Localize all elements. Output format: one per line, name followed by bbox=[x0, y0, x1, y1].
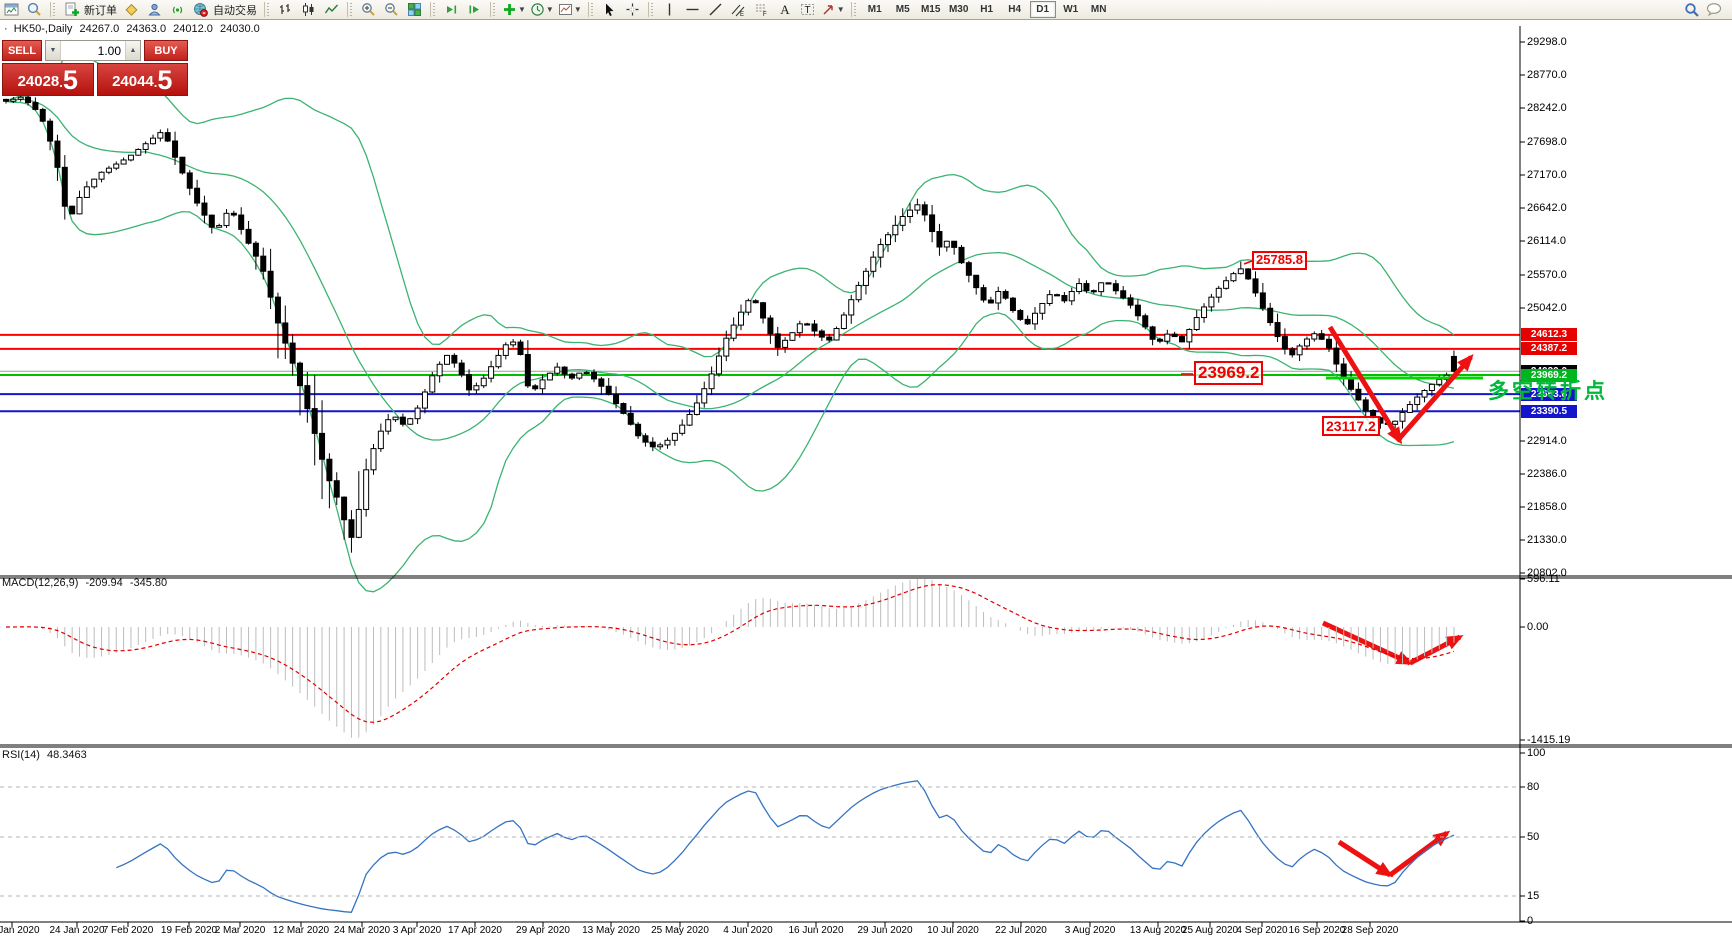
rsi-tick-label: 100 bbox=[1527, 747, 1545, 759]
date-label: 7 Feb 2020 bbox=[103, 925, 154, 936]
date-label: 16 Sep 2020 bbox=[1289, 925, 1346, 936]
ohlc-close: 24030.0 bbox=[220, 23, 260, 35]
price-tick-label: 28770.0 bbox=[1527, 69, 1567, 81]
price-callout-23117[interactable]: 23117.2 bbox=[1322, 416, 1380, 436]
buy-button[interactable]: BUY bbox=[144, 40, 188, 61]
chart-bullet-icon: · bbox=[4, 23, 8, 35]
price-tag-23390.5: 23390.5 bbox=[1521, 405, 1577, 418]
bollinger-bands bbox=[6, 51, 1454, 592]
sell-price-main: 24028 bbox=[18, 70, 60, 94]
pane-frame bbox=[0, 26, 1732, 927]
date-label: 29 Apr 2020 bbox=[516, 925, 570, 936]
price-tick-label: 25042.0 bbox=[1527, 302, 1567, 314]
date-label: 24 Jan 2020 bbox=[49, 925, 104, 936]
date-label: 14 Jan 2020 bbox=[0, 925, 40, 936]
price-callout-23969[interactable]: 23969.2 bbox=[1194, 361, 1263, 385]
date-label: 19 Feb 2020 bbox=[161, 925, 217, 936]
price-tick-label: 27698.0 bbox=[1527, 136, 1567, 148]
date-label: 25 May 2020 bbox=[651, 925, 709, 936]
date-label: 2 Mar 2020 bbox=[215, 925, 266, 936]
price-tick-label: 29298.0 bbox=[1527, 36, 1567, 48]
date-label: 17 Apr 2020 bbox=[448, 925, 502, 936]
date-label: 28 Sep 2020 bbox=[1342, 925, 1399, 936]
date-label: 13 May 2020 bbox=[582, 925, 640, 936]
price-tick-label: 21330.0 bbox=[1527, 534, 1567, 546]
ohlc-open: 24267.0 bbox=[79, 23, 119, 35]
price-callout-25785[interactable]: 25785.8 bbox=[1252, 251, 1307, 270]
chart-title: · HK50-,Daily 24267.0 24363.0 24012.0 24… bbox=[4, 23, 260, 35]
macd-pane bbox=[6, 579, 1454, 738]
date-label: 29 Jun 2020 bbox=[857, 925, 912, 936]
date-label: 3 Aug 2020 bbox=[1065, 925, 1116, 936]
rsi-tick-label: 0 bbox=[1527, 915, 1533, 927]
price-tick-label: 22386.0 bbox=[1527, 468, 1567, 480]
horizontal-lines bbox=[0, 335, 1520, 411]
date-label: 22 Jul 2020 bbox=[995, 925, 1047, 936]
candles bbox=[4, 94, 1457, 553]
date-label: 13 Aug 2020 bbox=[1130, 925, 1186, 936]
price-tick-label: 22914.0 bbox=[1527, 435, 1567, 447]
symbol-period-label: HK50-,Daily bbox=[14, 23, 73, 35]
rsi-tick-label: 50 bbox=[1527, 831, 1539, 843]
sell-price-panel[interactable]: 24028.5 bbox=[2, 63, 94, 96]
date-label: 25 Aug 2020 bbox=[1182, 925, 1238, 936]
price-tick-label: 25570.0 bbox=[1527, 269, 1567, 281]
rsi-tick-label: 15 bbox=[1527, 890, 1539, 902]
date-label: 3 Apr 2020 bbox=[393, 925, 441, 936]
date-label: 4 Jun 2020 bbox=[723, 925, 773, 936]
price-chart-canvas[interactable] bbox=[0, 0, 1732, 938]
macd-tick-label: -1415.19 bbox=[1527, 734, 1570, 746]
sell-price-pip: 5 bbox=[63, 67, 78, 94]
macd-tick-label: 0.00 bbox=[1527, 621, 1548, 633]
buy-price-main: 24044 bbox=[112, 70, 154, 94]
buy-price-pip: 5 bbox=[157, 67, 172, 94]
buy-price-panel[interactable]: 24044.5 bbox=[97, 63, 189, 96]
sell-button[interactable]: SELL bbox=[2, 40, 42, 61]
volume-increase-button[interactable]: ▲ bbox=[126, 41, 140, 60]
macd-label: MACD(12,26,9) -209.94 -345.80 bbox=[2, 577, 167, 589]
price-tag-24387.2: 24387.2 bbox=[1521, 342, 1577, 355]
macd-tick-label: 596.11 bbox=[1527, 573, 1560, 585]
price-tick-label: 26642.0 bbox=[1527, 202, 1567, 214]
one-click-trading-panel: SELL ▼ 1.00 ▲ BUY 24028.5 24044.5 bbox=[2, 40, 188, 96]
date-label: 4 Sep 2020 bbox=[1236, 925, 1287, 936]
turning-point-note[interactable]: 多空转折点 bbox=[1488, 375, 1608, 405]
rsi-label: RSI(14) 48.3463 bbox=[2, 749, 87, 761]
date-label: 16 Jun 2020 bbox=[788, 925, 843, 936]
date-label: 10 Jul 2020 bbox=[927, 925, 979, 936]
rsi-tick-label: 80 bbox=[1527, 781, 1539, 793]
date-label: 24 Mar 2020 bbox=[334, 925, 390, 936]
volume-decrease-button[interactable]: ▼ bbox=[46, 41, 60, 60]
volume-input[interactable]: 1.00 bbox=[60, 41, 126, 60]
price-tag-24612.3: 24612.3 bbox=[1521, 328, 1577, 341]
price-tick-label: 27170.0 bbox=[1527, 169, 1567, 181]
price-tick-label: 26114.0 bbox=[1527, 235, 1566, 247]
date-label: 12 Mar 2020 bbox=[273, 925, 329, 936]
volume-stepper: ▼ 1.00 ▲ bbox=[45, 40, 141, 61]
ohlc-low: 24012.0 bbox=[173, 23, 213, 35]
price-tick-label: 21858.0 bbox=[1527, 501, 1567, 513]
ohlc-high: 24363.0 bbox=[126, 23, 166, 35]
price-tick-label: 28242.0 bbox=[1527, 102, 1567, 114]
rsi-pane bbox=[0, 781, 1520, 913]
